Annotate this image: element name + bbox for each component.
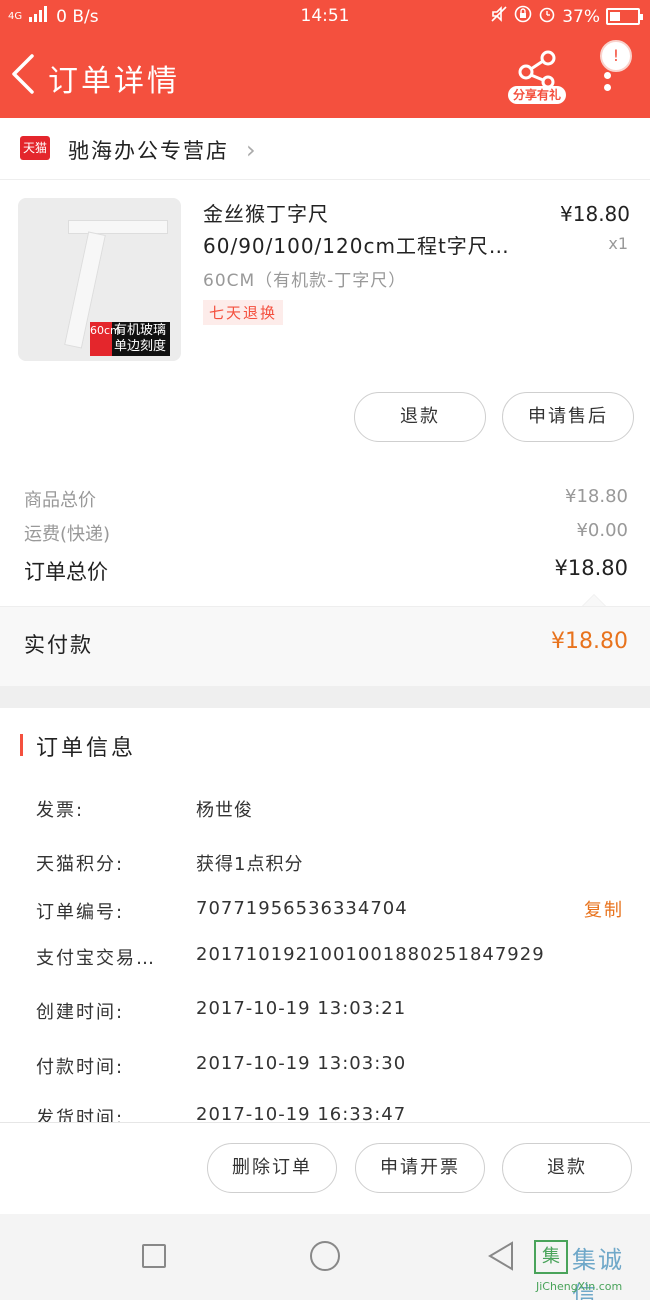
alarm-icon [538, 5, 556, 28]
product-title[interactable]: 金丝猴丁字尺 60/90/100/120cm工程t字尺… [203, 198, 533, 262]
points-value: 获得1点积分 [196, 854, 304, 875]
order-total-value: ¥18.80 [554, 556, 628, 580]
share-button[interactable]: 分享有礼 [508, 48, 566, 106]
image-badge-line2: 单边刻度 [114, 339, 167, 354]
paid-amount-row: 实付款 ¥18.80 [0, 606, 650, 686]
order-total-row: 订单总价 ¥18.80 [0, 556, 650, 586]
return-policy-badge: 七天退换 [203, 300, 284, 325]
ruler-head-shape [68, 220, 168, 234]
section-divider [0, 686, 650, 708]
nav-bar: 订单详情 分享有礼 ! [0, 40, 650, 112]
shipping-row: 运费(快递) ¥0.00 [0, 520, 650, 546]
alipay-value: 2017101921001001880251847929 [196, 944, 545, 965]
back-button[interactable] [8, 52, 38, 96]
more-menu-button[interactable]: ! [590, 40, 634, 100]
chevron-left-icon [12, 54, 34, 94]
mute-icon [490, 5, 508, 28]
paid-value: ¥18.80 [551, 629, 628, 654]
more-dot-icon [604, 72, 611, 79]
ship-time-value: 2017-10-19 16:33:47 [196, 1104, 407, 1122]
image-badge: 60cm 有机玻璃 单边刻度 [90, 322, 171, 356]
after-sale-button[interactable]: 申请售后 [502, 392, 634, 442]
goods-total-value: ¥18.80 [565, 486, 628, 507]
created-time-label: 创建时间: [36, 1002, 125, 1023]
store-row[interactable]: 天猫 驰海办公专营店 › [0, 118, 650, 180]
page-title: 订单详情 [48, 64, 180, 99]
chevron-right-icon: › [246, 136, 256, 164]
order-total-label: 订单总价 [24, 560, 108, 584]
product-price: ¥18.80 [560, 202, 630, 226]
ship-time-label: 发货时间: [36, 1108, 125, 1122]
watermark-logo: 集 集诚信 JiChengXin.com [534, 1236, 646, 1300]
image-badge-size: 60cm [90, 322, 121, 356]
goods-total-label: 商品总价 [24, 490, 96, 511]
clipped-row: 发货时间: 2017-10-19 16:33:47 [0, 1104, 650, 1122]
created-time-value: 2017-10-19 13:03:21 [196, 998, 407, 1019]
system-nav-bar: 集 集诚信 JiChengXin.com [0, 1214, 650, 1300]
product-quantity: x1 [608, 234, 628, 253]
lock-rotation-icon [514, 5, 532, 28]
shipping-label: 运费(快递) [24, 524, 111, 545]
share-label: 分享有礼 [508, 86, 566, 104]
paid-label: 实付款 [24, 633, 93, 657]
copy-order-number-button[interactable]: 复制 [584, 896, 624, 922]
points-label: 天猫积分: [36, 854, 125, 875]
store-name[interactable]: 驰海办公专营店 [68, 135, 229, 165]
share-icon [518, 50, 556, 89]
notification-badge: ! [600, 40, 632, 72]
battery-percent: 37% [562, 6, 600, 27]
image-badge-line1: 有机玻璃 [114, 323, 167, 338]
product-title-line1: 金丝猴丁字尺 [203, 202, 329, 226]
more-dot-icon [604, 84, 611, 91]
invoice-value: 杨世俊 [196, 800, 253, 821]
order-number-value: 70771956536334704 [196, 898, 408, 919]
status-bar: 4G 0 B/s 14:51 37% [0, 0, 650, 34]
system-back-button[interactable] [486, 1240, 516, 1276]
refund-button[interactable]: 退款 [354, 392, 486, 442]
section-accent-bar [20, 734, 23, 756]
delete-order-button[interactable]: 删除订单 [207, 1143, 337, 1193]
bottom-action-bar: 删除订单 申请开票 退款 [0, 1122, 650, 1214]
recent-apps-button[interactable] [142, 1244, 166, 1268]
goods-total-row: 商品总价 ¥18.80 [0, 486, 650, 512]
caret-up-icon [582, 594, 606, 606]
product-sku: 60CM（有机款-丁字尺） [203, 271, 407, 291]
paid-time-value: 2017-10-19 13:03:30 [196, 1053, 407, 1074]
order-number-label: 订单编号: [36, 902, 125, 923]
alipay-label: 支付宝交易… [36, 948, 156, 969]
watermark-mark: 集 [534, 1240, 568, 1274]
shipping-value: ¥0.00 [576, 520, 628, 541]
tmall-logo: 天猫 [20, 136, 50, 160]
triangle-back-icon [488, 1241, 513, 1271]
request-invoice-button[interactable]: 申请开票 [355, 1143, 485, 1193]
paid-time-label: 付款时间: [36, 1057, 125, 1078]
invoice-label: 发票: [36, 800, 85, 821]
order-info-title: 订单信息 [36, 736, 137, 761]
battery-icon [606, 8, 643, 25]
product-title-line2: 60/90/100/120cm工程t字尺… [203, 234, 510, 258]
app-header: 4G 0 B/s 14:51 37% 订单详情 分享有礼 ! [0, 0, 650, 118]
watermark-url: JiChengXin.com [536, 1280, 623, 1293]
refund-bottom-button[interactable]: 退款 [502, 1143, 632, 1193]
home-button[interactable] [310, 1241, 340, 1271]
product-image[interactable]: 60cm 有机玻璃 单边刻度 [18, 198, 181, 361]
